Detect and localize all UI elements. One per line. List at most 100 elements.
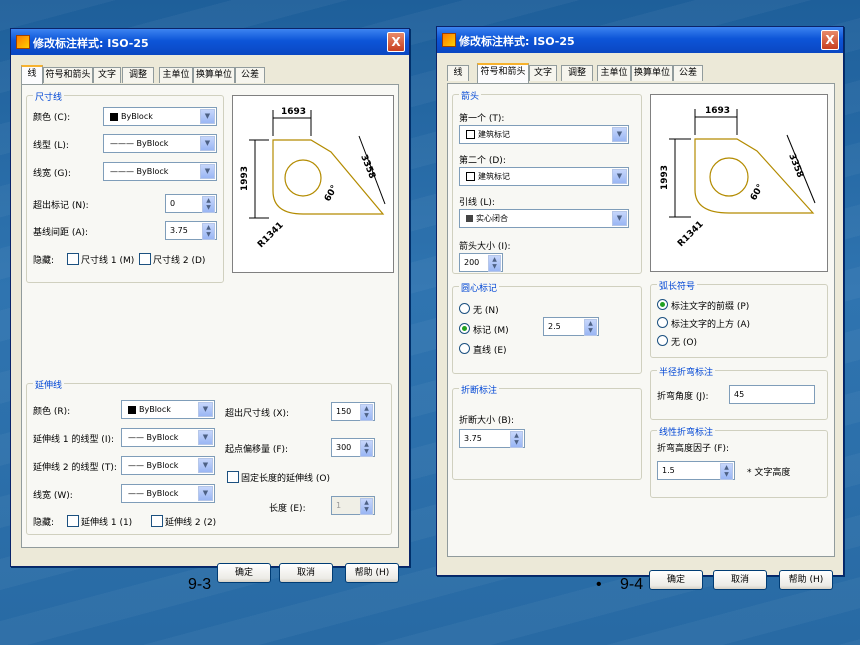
lineweight-combo[interactable]: ——— ByBlock ▼ [103,162,217,181]
arrow-size-spinner[interactable]: 200 ▲ ▼ [459,253,503,272]
arc-prefix-label: 标注文字的前缀 (P) [671,302,750,312]
chevron-down-icon[interactable]: ▼ [200,109,215,124]
ext-color-label: 颜色 (R): [33,407,71,417]
tab-alternate-units[interactable]: 换算单位 [631,65,673,81]
suppress-dimline2-checkbox[interactable] [139,253,151,265]
leader-arrow-combo[interactable]: 实心闭合 ▼ [459,209,629,228]
chevron-down-icon[interactable]: ▼ [612,211,627,226]
center-mark-radio[interactable] [459,323,470,334]
spin-arrows-icon[interactable]: ▲ ▼ [360,440,373,457]
angle-text: 60° [323,184,340,204]
spin-arrows-icon[interactable]: ▲ ▼ [360,498,373,515]
suppress-extline2-checkbox[interactable] [151,515,163,527]
ext-linetype1-combo[interactable]: —— ByBlock ▼ [121,428,215,447]
tab-text[interactable]: 文字 [93,67,121,83]
input-value: 45 [734,390,745,399]
group-title: 半径折弯标注 [657,365,716,378]
spin-arrows-icon[interactable]: ▲ ▼ [720,463,733,480]
tab-fit[interactable]: 调整 [122,67,154,83]
arc-none-radio[interactable] [657,335,668,346]
center-marks-group: 圆心标记 无 (N) 标记 (M) 直线 (E) 2.5 ▲ ▼ [452,281,642,374]
chevron-down-icon[interactable]: ▼ [198,458,213,473]
extend-beyond-ticks-spinner[interactable]: 0 ▲ ▼ [165,194,217,213]
chevron-down-icon[interactable]: ▼ [198,430,213,445]
ext-linetype2-combo[interactable]: —— ByBlock ▼ [121,456,215,475]
jog-height-factor-spinner[interactable]: 1.5 ▲ ▼ [657,461,735,480]
help-button[interactable]: 帮助 (H) [345,563,399,583]
spin-arrows-icon[interactable]: ▲ ▼ [360,404,373,421]
spin-arrows-icon[interactable]: ▲ ▼ [488,255,501,272]
ext-lineweight-combo[interactable]: —— ByBlock ▼ [121,484,215,503]
spin-arrows-icon[interactable]: ▲ ▼ [510,431,523,448]
first-arrow-combo[interactable]: 建筑标记 ▼ [459,125,629,144]
break-size-spinner[interactable]: 3.75 ▲ ▼ [459,429,525,448]
suppress-dimline1-checkbox[interactable] [67,253,79,265]
tab-primary-units[interactable]: 主单位 [159,67,193,83]
offset-from-origin-spinner[interactable]: 300 ▲ ▼ [331,438,375,457]
chevron-down-icon[interactable]: ▼ [200,164,215,179]
center-line-radio[interactable] [459,343,470,354]
text-height-unit-label: * 文字高度 [747,468,791,478]
fixed-length-checkbox[interactable] [227,471,239,483]
combo-value: ByBlock [139,405,171,414]
jog-angle-input[interactable]: 45 [729,385,815,404]
spinner-value: 3.75 [464,434,482,443]
help-button[interactable]: 帮助 (H) [779,570,833,590]
close-button[interactable]: X [387,32,405,52]
combo-value: 建筑标记 [478,172,510,181]
dimension-preview-drawing: 1693 1993 3358 60° R1341 [240,107,386,250]
extend-beyond-dimlines-spinner[interactable]: 150 ▲ ▼ [331,402,375,421]
linetype-label: 线型 (L): [33,141,69,151]
suppress-extline1-checkbox[interactable] [67,515,79,527]
cancel-button[interactable]: 取消 [713,570,767,590]
angle-text: 60° [749,183,766,203]
tab-tolerances[interactable]: 公差 [235,67,265,83]
ext-color-combo[interactable]: ByBlock ▼ [121,400,215,419]
tab-text[interactable]: 文字 [529,65,557,81]
tab-symbols-arrows[interactable]: 符号和箭头 [477,63,529,83]
tab-panel-lines: 尺寸线 颜色 (C): ByBlock ▼ 线型 (L): ——— ByBlock… [21,84,399,548]
second-arrow-combo[interactable]: 建筑标记 ▼ [459,167,629,186]
dim-diag-text: 3358 [786,152,805,179]
arc-length-symbol-group: 弧长符号 标注文字的前缀 (P) 标注文字的上方 (A) 无 (O) [650,279,828,358]
title-bar[interactable]: 修改标注样式: ISO-25 X [11,29,409,55]
center-size-spinner[interactable]: 2.5 ▲ ▼ [543,317,599,336]
leader-arrow-label: 引线 (L): [459,198,495,208]
combo-value: 建筑标记 [478,130,510,139]
tab-tolerances[interactable]: 公差 [673,65,703,81]
chevron-down-icon[interactable]: ▼ [612,169,627,184]
suppress-dimline1-label: 尺寸线 1 (M) [81,256,135,266]
spin-arrows-icon[interactable]: ▲ ▼ [202,223,215,240]
dim-left-text: 1993 [240,166,250,191]
chevron-down-icon[interactable]: ▼ [198,486,213,501]
spin-arrows-icon[interactable]: ▲ ▼ [584,319,597,336]
tab-alternate-units[interactable]: 换算单位 [193,67,235,83]
ext-linetype1-label: 延伸线 1 的线型 (I): [33,435,115,445]
color-combo[interactable]: ByBlock ▼ [103,107,217,126]
chevron-down-icon[interactable]: ▼ [200,136,215,151]
tab-fit[interactable]: 调整 [561,65,593,81]
group-title: 箭头 [459,89,482,102]
radius-text: R1341 [256,220,286,250]
center-none-radio[interactable] [459,303,470,314]
tab-symbols-arrows[interactable]: 符号和箭头 [43,67,93,83]
arc-above-radio[interactable] [657,317,668,328]
suppress-extline2-label: 延伸线 2 (2) [165,518,217,528]
length-spinner[interactable]: 1 ▲ ▼ [331,496,375,515]
tab-lines[interactable]: 线 [447,65,469,81]
baseline-spacing-spinner[interactable]: 3.75 ▲ ▼ [165,221,217,240]
linetype-combo[interactable]: ——— ByBlock ▼ [103,134,217,153]
chevron-down-icon[interactable]: ▼ [612,127,627,142]
cancel-button[interactable]: 取消 [279,563,333,583]
chevron-down-icon[interactable]: ▼ [198,402,213,417]
caption-right: 9-4 [620,576,644,593]
spinner-value: 200 [464,258,480,267]
close-button[interactable]: X [821,30,839,50]
tab-lines[interactable]: 线 [21,65,43,85]
ok-button[interactable]: 确定 [649,570,703,590]
arc-prefix-radio[interactable] [657,299,668,310]
title-bar[interactable]: 修改标注样式: ISO-25 X [437,27,843,53]
ok-button[interactable]: 确定 [217,563,271,583]
tab-primary-units[interactable]: 主单位 [597,65,631,81]
spin-arrows-icon[interactable]: ▲ ▼ [202,196,215,213]
